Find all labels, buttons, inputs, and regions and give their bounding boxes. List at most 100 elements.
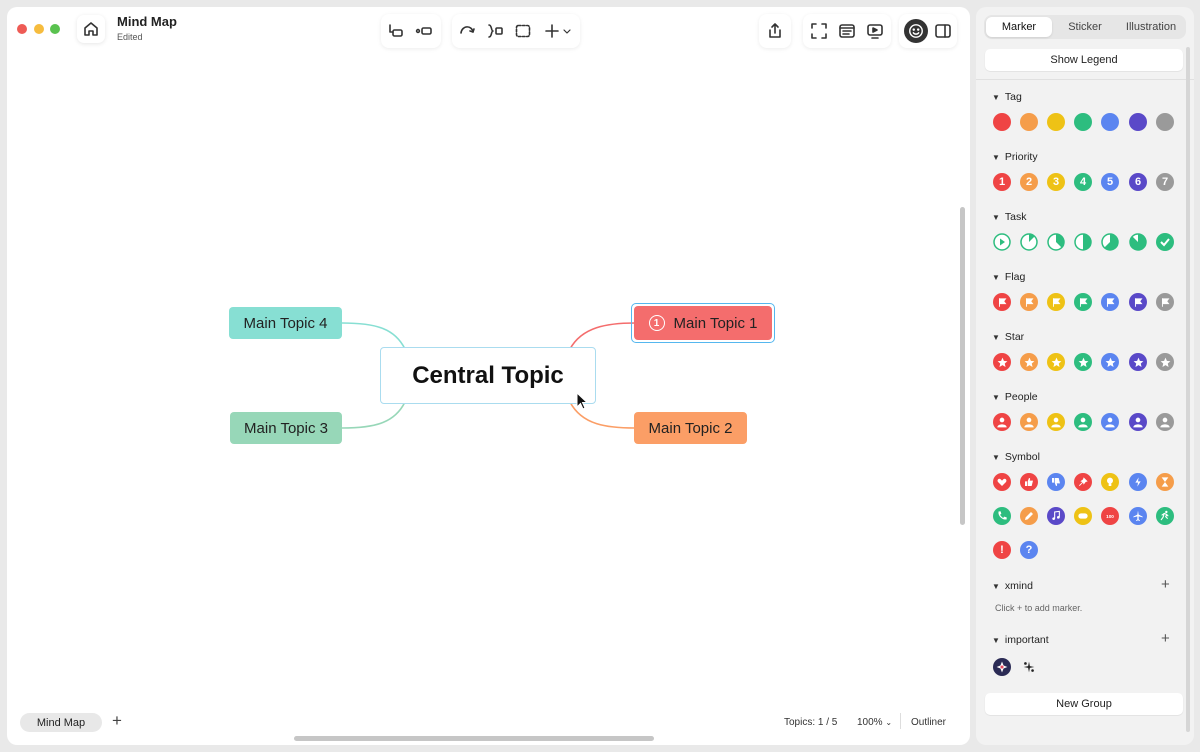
new-group-button[interactable]: New Group [985,693,1183,715]
priority-4-icon[interactable]: 4 [1074,173,1092,191]
heart-icon[interactable] [993,473,1011,491]
flag-red-icon[interactable] [993,293,1011,311]
star-blue-icon[interactable] [1101,353,1119,371]
priority-6-icon[interactable]: 6 [1129,173,1147,191]
flag-orange-icon[interactable] [1020,293,1038,311]
sheet-tab[interactable]: Mind Map [20,713,102,732]
group-title-star[interactable]: ▼ Star [992,331,1024,343]
people-yellow-icon[interactable] [1047,413,1065,431]
hourglass-icon[interactable] [1156,473,1174,491]
tag-green-icon[interactable] [1074,113,1092,131]
phone-icon[interactable] [993,507,1011,525]
triangle-down-icon: ▼ [992,392,1000,402]
main-topic-4[interactable]: Main Topic 4 [229,307,342,339]
show-legend-button[interactable]: Show Legend [985,49,1183,71]
lightning-icon[interactable] [1129,473,1147,491]
exclamation-icon[interactable]: ! [993,541,1011,559]
pencil-icon[interactable] [1020,507,1038,525]
triangle-down-icon: ▼ [992,212,1000,222]
tag-gray-icon[interactable] [1156,113,1174,131]
group-title-tag[interactable]: ▼ Tag [992,91,1022,103]
tag-purple-icon[interactable] [1129,113,1147,131]
tag-red-icon[interactable] [993,113,1011,131]
marker-panel: Marker Sticker Illustration Show Legend … [976,7,1194,745]
priority-1-icon[interactable]: 1 [993,173,1011,191]
gamepad-icon[interactable] [1074,507,1092,525]
question-icon[interactable]: ? [1020,541,1038,559]
group-title-flag[interactable]: ▼ Flag [992,271,1025,283]
triangle-down-icon: ▼ [992,581,1000,591]
people-red-icon[interactable] [993,413,1011,431]
flag-green-icon[interactable] [1074,293,1092,311]
lightbulb-icon[interactable] [1101,473,1119,491]
tab-marker[interactable]: Marker [986,17,1052,37]
thumbs-down-icon[interactable] [1047,473,1065,491]
task-progress-1-icon[interactable] [993,233,1011,251]
zoom-level[interactable]: 100% ⌄ [857,717,892,728]
outliner-button[interactable]: Outliner [911,717,946,728]
flag-purple-icon[interactable] [1129,293,1147,311]
xmind-hint: Click + to add marker. [995,603,1083,613]
task-progress-6-icon[interactable] [1129,233,1147,251]
task-progress-7-icon[interactable] [1156,233,1174,251]
people-orange-icon[interactable] [1020,413,1038,431]
people-gray-icon[interactable] [1156,413,1174,431]
chevron-down-icon: ⌄ [885,718,893,727]
airplane-icon[interactable] [1129,507,1147,525]
priority-2-icon[interactable]: 2 [1020,173,1038,191]
panel-tabs: Marker Sticker Illustration [984,15,1186,39]
flag-gray-icon[interactable] [1156,293,1174,311]
group-title-people[interactable]: ▼ People [992,391,1038,403]
triangle-down-icon: ▼ [992,272,1000,282]
star-gray-icon[interactable] [1156,353,1174,371]
task-progress-2-icon[interactable] [1020,233,1038,251]
priority-1-icon: 1 [648,315,665,331]
group-title-symbol[interactable]: ▼ Symbol [992,451,1040,463]
add-marker-important-button[interactable]: + [1161,630,1170,647]
main-topic-3[interactable]: Main Topic 3 [230,412,342,444]
pin-icon[interactable] [1074,473,1092,491]
group-title-priority[interactable]: ▼ Priority [992,151,1038,163]
task-progress-4-icon[interactable] [1074,233,1092,251]
group-title-task[interactable]: ▼ Task [992,211,1027,223]
task-progress-3-icon[interactable] [1047,233,1065,251]
priority-3-icon[interactable]: 3 [1047,173,1065,191]
flag-yellow-icon[interactable] [1047,293,1065,311]
priority-5-icon[interactable]: 5 [1101,173,1119,191]
task-progress-5-icon[interactable] [1101,233,1119,251]
star-purple-icon[interactable] [1129,353,1147,371]
horizontal-scrollbar[interactable] [294,736,654,741]
people-green-icon[interactable] [1074,413,1092,431]
group-title-xmind[interactable]: ▼ xmind [992,580,1033,592]
tag-blue-icon[interactable] [1101,113,1119,131]
add-sheet-button[interactable]: + [112,711,122,731]
priority-7-icon[interactable]: 7 [1156,173,1174,191]
star-green-icon[interactable] [1074,353,1092,371]
main-topic-2[interactable]: Main Topic 2 [634,412,747,444]
custom-marker-1-icon[interactable] [993,658,1011,676]
panel-scrollbar[interactable] [1186,47,1190,732]
central-topic[interactable]: Central Topic [380,347,596,404]
people-blue-icon[interactable] [1101,413,1119,431]
music-note-icon[interactable] [1047,507,1065,525]
hundred-icon[interactable]: 100 [1101,507,1119,525]
tag-orange-icon[interactable] [1020,113,1038,131]
add-marker-xmind-button[interactable]: + [1161,576,1170,593]
tag-yellow-icon[interactable] [1047,113,1065,131]
triangle-down-icon: ▼ [992,152,1000,162]
flag-blue-icon[interactable] [1101,293,1119,311]
thumbs-up-icon[interactable] [1020,473,1038,491]
star-orange-icon[interactable] [1020,353,1038,371]
tab-illustration[interactable]: Illustration [1118,17,1184,37]
main-topic-1[interactable]: 1 Main Topic 1 [634,306,772,340]
custom-marker-2-icon[interactable] [1020,658,1038,676]
star-red-icon[interactable] [993,353,1011,371]
star-yellow-icon[interactable] [1047,353,1065,371]
triangle-down-icon: ▼ [992,92,1000,102]
runner-icon[interactable] [1156,507,1174,525]
vertical-scrollbar[interactable] [960,207,965,525]
people-purple-icon[interactable] [1129,413,1147,431]
tab-sticker[interactable]: Sticker [1052,17,1118,37]
group-title-important[interactable]: ▼ important [992,634,1049,646]
triangle-down-icon: ▼ [992,452,1000,462]
